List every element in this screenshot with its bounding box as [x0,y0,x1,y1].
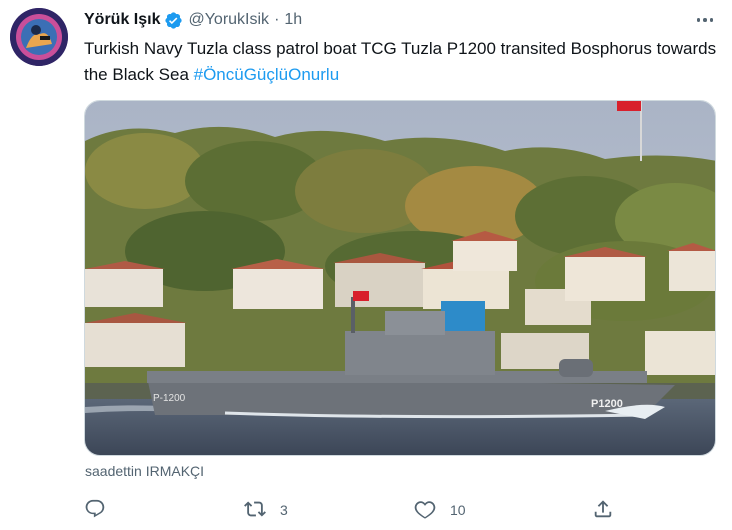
separator-dot: · [274,11,280,28]
more-options-icon[interactable] [693,10,717,30]
timestamp[interactable]: 1h [284,11,302,29]
share-button[interactable] [592,495,614,525]
like-button[interactable]: 10 [414,495,466,525]
bow-number: P-1200 [153,393,186,404]
heart-icon [414,498,436,523]
retweet-icon [244,498,266,523]
verified-badge-icon [164,11,183,30]
photo-patrol-boat: P-1200 P1200 [85,101,715,455]
tweet-text: Turkish Navy Tuzla class patrol boat TCG… [84,36,724,88]
like-count: 10 [450,502,466,518]
retweet-button[interactable]: 3 [244,495,288,525]
reply-button[interactable] [84,495,120,525]
hashtag-link[interactable]: #ÖncüGüçlüOnurlu [194,65,340,84]
avatar[interactable] [10,8,68,66]
action-bar: 3 10 [84,495,724,525]
display-name[interactable]: Yörük Işık [84,11,160,29]
tweet-header: Yörük Işık @YorukIsik · 1h [84,9,302,31]
share-icon [592,498,614,523]
photo-credit: saadettin IRMAKÇI [85,463,205,479]
user-handle[interactable]: @YorukIsik [188,11,269,29]
tweet-photo[interactable]: P-1200 P1200 [84,100,716,456]
hull-number: P1200 [591,398,623,410]
tweet-card[interactable]: Yörük Işık @YorukIsik · 1h Turkish Navy … [0,0,732,530]
avatar-image [10,8,68,66]
reply-icon [84,498,106,523]
tweet-body: Turkish Navy Tuzla class patrol boat TCG… [84,39,717,84]
retweet-count: 3 [280,502,288,518]
